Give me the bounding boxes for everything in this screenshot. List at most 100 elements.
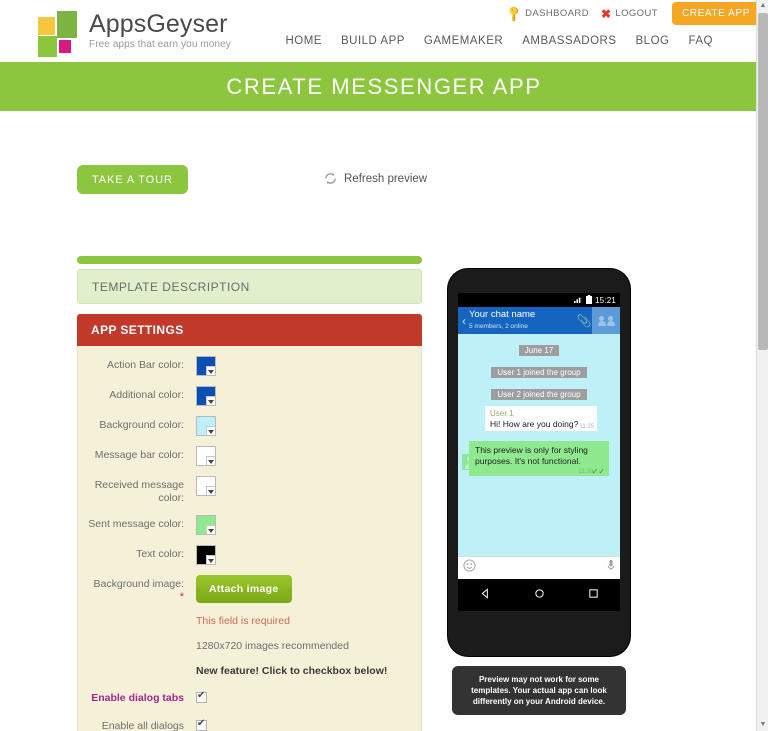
- template-description-label: TEMPLATE DESCRIPTION: [92, 279, 250, 294]
- logout-label: LOGOUT: [615, 8, 658, 19]
- app-settings-header[interactable]: APP SETTINGS: [77, 314, 422, 346]
- dashboard-link[interactable]: 🔑 DASHBOARD: [505, 4, 589, 24]
- background-image-hint: 1280x720 images recommended: [196, 640, 349, 652]
- android-status-bar: 15:21: [458, 293, 620, 307]
- scroll-up-arrow-icon[interactable]: ▲: [757, 0, 768, 12]
- app-settings-body: Action Bar color: Additional color: Back…: [77, 346, 422, 731]
- phone-preview: 15:21 ‹ Your chat name 5 members, 2 onli…: [448, 269, 630, 656]
- appsgeyser-logo-icon: [36, 9, 80, 57]
- app-page: AppsGeyser Free apps that earn you money…: [0, 0, 768, 731]
- page-content: TAKE A TOUR Refresh preview TEMPLATE DES…: [0, 111, 768, 731]
- system-message-2-label: User 2 joined the group: [491, 389, 587, 400]
- members-icon[interactable]: [592, 307, 620, 334]
- setting-row-sent-message-color: Sent message color:: [78, 515, 421, 535]
- recents-button-icon[interactable]: [588, 586, 599, 604]
- received-message-author: User 1: [490, 409, 514, 418]
- progress-bar: [77, 256, 422, 264]
- refresh-icon: [323, 171, 338, 186]
- color-swatch-received-message[interactable]: [196, 476, 216, 496]
- app-settings-label: APP SETTINGS: [91, 323, 184, 337]
- chat-message-list: June 17 User 1 joined the group User 2 j…: [458, 334, 620, 556]
- background-image-error: This field is required: [196, 615, 290, 627]
- android-navigation-bar: [458, 579, 620, 611]
- setting-row-message-bar-color: Message bar color:: [78, 446, 421, 466]
- setting-row-background-image: Background image: * Attach image: [78, 575, 421, 604]
- setting-row-background-color: Background color:: [78, 416, 421, 436]
- message-input-bar[interactable]: [458, 556, 620, 579]
- chat-subtitle: 5 members, 2 online: [469, 322, 528, 330]
- nav-item-home[interactable]: HOME: [285, 35, 322, 47]
- page-scrollbar[interactable]: ▲ ▼: [756, 0, 768, 731]
- label-background-color: Background color:: [99, 419, 184, 431]
- label-action-bar-color: Action Bar color:: [106, 359, 184, 371]
- emoji-icon[interactable]: [463, 559, 476, 577]
- close-icon: ✖: [600, 6, 612, 21]
- sent-message-bubble: This preview is only for styling purpose…: [469, 441, 609, 476]
- setting-row-received-message-color: Received message color:: [78, 476, 421, 505]
- logo-title: AppsGeyser: [89, 10, 228, 38]
- required-marker: *: [179, 591, 184, 603]
- page-title: CREATE MESSENGER APP: [226, 73, 542, 99]
- date-pill-label: June 17: [518, 345, 560, 356]
- back-chevron-icon[interactable]: ‹: [458, 314, 469, 328]
- refresh-preview-label: Refresh preview: [344, 172, 428, 185]
- new-feature-note: New feature! Click to checkbox below!: [196, 665, 388, 677]
- paperclip-icon[interactable]: 📎: [576, 314, 592, 328]
- take-a-tour-button[interactable]: TAKE A TOUR: [77, 165, 188, 194]
- checkbox-enable-dialog-tabs[interactable]: [196, 690, 207, 704]
- double-check-icon: ✓✓: [591, 467, 605, 476]
- chat-title: Your chat name: [469, 308, 536, 320]
- phone-screen: 15:21 ‹ Your chat name 5 members, 2 onli…: [458, 293, 620, 611]
- system-message-1-label: User 1 joined the group: [491, 367, 587, 378]
- scroll-down-arrow-icon[interactable]: ▼: [757, 719, 768, 731]
- sent-message-text: This preview is only for styling purpose…: [475, 445, 588, 466]
- logout-link[interactable]: ✖ LOGOUT: [601, 7, 658, 21]
- main-nav: HOME BUILD APP GAMEMAKER AMBASSADORS BLO…: [285, 35, 713, 47]
- utility-nav: 🔑 DASHBOARD ✖ LOGOUT CREATE APP: [505, 2, 760, 25]
- nav-item-faq[interactable]: FAQ: [688, 35, 713, 47]
- color-swatch-sent-message[interactable]: [196, 515, 216, 535]
- microphone-icon[interactable]: [607, 559, 615, 577]
- label-enable-dialog-tabs: Enable dialog tabs: [91, 692, 184, 704]
- label-text-color: Text color:: [136, 548, 184, 560]
- received-message-bubble: User 1 Hi! How are you doing? 11:25: [485, 406, 597, 431]
- scrollbar-thumb[interactable]: [758, 13, 768, 350]
- home-button-icon[interactable]: [534, 586, 545, 604]
- color-swatch-text[interactable]: [196, 545, 216, 565]
- logo-tagline: Free apps that earn you money: [89, 39, 231, 50]
- attach-image-button[interactable]: Attach image: [196, 575, 292, 603]
- label-received-message-color: Received message color:: [94, 479, 184, 504]
- setting-row-additional-color: Additional color:: [78, 386, 421, 406]
- system-message-2: User 2 joined the group: [463, 384, 615, 402]
- template-description-panel[interactable]: TEMPLATE DESCRIPTION: [77, 269, 422, 304]
- system-message-1: User 1 joined the group: [463, 362, 615, 380]
- chat-action-bar: ‹ Your chat name 5 members, 2 online 📎: [458, 307, 620, 334]
- status-time: 15:21: [594, 295, 616, 305]
- site-header: AppsGeyser Free apps that earn you money…: [0, 0, 768, 62]
- back-button-icon[interactable]: [480, 586, 491, 604]
- checkbox-enable-all-dialogs-tab[interactable]: [196, 718, 207, 731]
- label-additional-color: Additional color:: [109, 389, 184, 401]
- chat-header-titles: Your chat name 5 members, 2 online: [469, 308, 576, 332]
- label-sent-message-color: Sent message color:: [88, 518, 184, 530]
- color-swatch-additional[interactable]: [196, 386, 216, 406]
- received-message-text: Hi! How are you doing?: [490, 419, 579, 429]
- label-enable-all-dialogs-tab: Enable all dialogs tab: [101, 720, 184, 731]
- nav-item-build-app[interactable]: BUILD APP: [341, 35, 405, 47]
- create-app-button[interactable]: CREATE APP: [671, 2, 760, 25]
- color-swatch-message-bar[interactable]: [196, 446, 216, 466]
- site-logo[interactable]: AppsGeyser Free apps that earn you money: [36, 7, 231, 57]
- setting-row-action-bar-color: Action Bar color:: [78, 356, 421, 376]
- preview-notice: Preview may not work for some templates.…: [452, 666, 626, 715]
- color-swatch-background[interactable]: [196, 416, 216, 436]
- color-swatch-action-bar[interactable]: [196, 356, 216, 376]
- nav-item-ambassadors[interactable]: AMBASSADORS: [522, 35, 616, 47]
- key-icon: 🔑: [505, 4, 524, 24]
- setting-row-enable-dialog-tabs: Enable dialog tabs: [78, 689, 421, 707]
- refresh-preview-button[interactable]: Refresh preview: [323, 171, 427, 186]
- received-message-time: 11:25: [579, 424, 594, 430]
- nav-item-gamemaker[interactable]: GAMEMAKER: [424, 35, 503, 47]
- dashboard-label: DASHBOARD: [525, 8, 589, 19]
- page-banner: CREATE MESSENGER APP: [0, 62, 768, 111]
- nav-item-blog[interactable]: BLOG: [636, 35, 670, 47]
